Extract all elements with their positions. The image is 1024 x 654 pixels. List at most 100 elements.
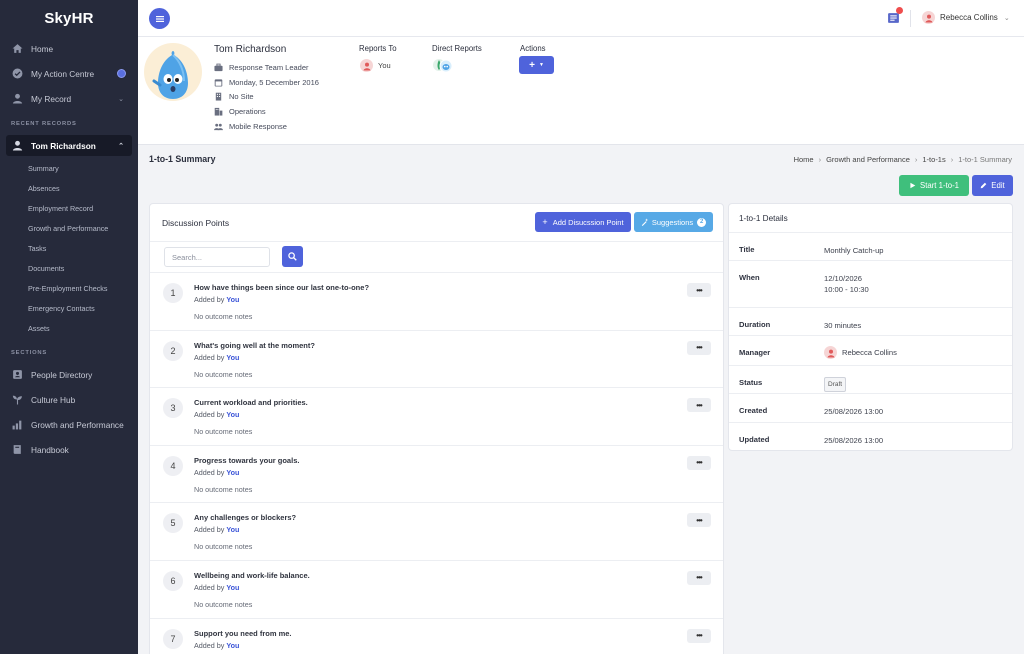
chevron-up-icon: ⌃ [118,142,124,150]
discussion-point-item[interactable]: 3 Current workload and priorities. Added b… [150,388,723,446]
department-icon [214,107,223,116]
detail-row-updated: Updated 25/08/2026 13:00 [729,423,1012,451]
notifications-button[interactable] [887,7,903,24]
home-icon [12,43,23,54]
added-by-user[interactable]: You [226,641,239,650]
book-icon [12,444,23,455]
discussion-search-bar [150,242,723,273]
details-title: 1-to-1 Details [729,204,1012,233]
nav-my-record-label: My Record [31,93,72,104]
record-tasks[interactable]: Tasks [0,238,138,258]
start-1-to-1-button[interactable]: Start 1-to-1 [899,175,969,196]
manager-name: Rebecca Collins [842,348,897,357]
nav-home[interactable]: Home [0,36,138,61]
detail-created-label: Created [739,406,768,415]
profile-avatar [144,43,202,101]
search-input[interactable] [164,247,270,267]
discussion-point-added-by: Added by You [194,641,239,650]
discussion-point-item[interactable]: 5 Any challenges or blockers? Added by You… [150,503,723,561]
discussion-point-added-by: Added by You [194,583,239,592]
nav-culture-hub[interactable]: Culture Hub [0,387,138,412]
detail-when-date: 12/10/2026 [824,274,863,283]
app-logo[interactable]: SkyHR [0,0,138,36]
nav-my-record[interactable]: My Record ⌄ [0,86,138,111]
menu-toggle-button[interactable] [149,8,170,29]
more-options-button[interactable]: ••• [687,455,711,470]
record-assets[interactable]: Assets [0,318,138,338]
record-documents[interactable]: Documents [0,258,138,278]
record-pre-employment-checks[interactable]: Pre-Employment Checks [0,278,138,298]
meta-site-text: No Site [229,92,254,102]
team-icon [214,122,223,131]
discussion-point-added-by: Added by You [194,295,239,304]
nav-growth-performance-label: Growth and Performance [31,419,124,430]
edit-button[interactable]: Edit [972,175,1013,196]
recent-record-tom-richardson[interactable]: Tom Richardson ⌃ [6,135,132,156]
discussion-point-added-by: Added by You [194,410,239,419]
meta-start-date: Monday, 5 December 2016 [214,75,319,90]
more-options-button[interactable]: ••• [687,628,711,643]
added-by-user[interactable]: You [226,525,239,534]
detail-status-value: Draft [824,377,847,392]
nav-people-directory[interactable]: People Directory [0,362,138,387]
more-options-button[interactable]: ••• [687,340,711,355]
added-by-prefix: Added by [194,295,225,304]
details-card: 1-to-1 Details Title Monthly Catch-up Wh… [728,203,1013,451]
chevron-right-icon: › [950,155,954,164]
discussion-point-item[interactable]: 7Support you need from me.Added by YouNo… [150,619,723,654]
breadcrumb-home[interactable]: Home [794,155,814,164]
meta-team-text: Mobile Response [229,122,287,132]
start-1-to-1-label: Start 1-to-1 [920,181,959,190]
record-emergency-contacts[interactable]: Emergency Contacts [0,298,138,318]
breadcrumb-growth-performance[interactable]: Growth and Performance [826,155,910,164]
added-by-user[interactable]: You [226,583,239,592]
add-discussion-point-button[interactable]: + Add Disucssion Point [535,212,631,232]
user-icon [12,140,23,151]
nav-my-action-centre[interactable]: My Action Centre [0,61,138,86]
nav-people-directory-label: People Directory [31,369,93,380]
added-by-user[interactable]: You [226,295,239,304]
added-by-user[interactable]: You [226,410,239,419]
record-employment-record[interactable]: Employment Record [0,198,138,218]
more-options-button[interactable]: ••• [687,513,711,528]
more-options-button[interactable]: ••• [687,570,711,585]
record-summary[interactable]: Summary [0,158,138,178]
added-by-user[interactable]: You [226,353,239,362]
added-by-user[interactable]: You [226,468,239,477]
breadcrumb-1-to-1s[interactable]: 1-to-1s [922,155,945,164]
nav-handbook[interactable]: Handbook [0,437,138,462]
discussion-point-item[interactable]: 6 Wellbeing and work-life balance. Added b… [150,561,723,619]
profile-meta: Response Team Leader Monday, 5 December … [214,60,319,134]
discussion-point-item[interactable]: 2 What's going well at the moment? Added b… [150,331,723,389]
profile-header: Tom Richardson Response Team Leader Mond… [138,37,1024,145]
actions-dropdown-button[interactable]: + ▼ [519,56,554,74]
discussion-points-title: Discussion Points [162,218,230,228]
direct-reports-avatars[interactable] [433,57,455,73]
discussion-point-item[interactable]: 4 Progress towards your goals. Added by Yo… [150,446,723,504]
added-by-prefix: Added by [194,525,225,535]
detail-manager-value[interactable]: Rebecca Collins [824,346,897,359]
added-by-prefix: Added by [194,352,225,362]
nav-growth-performance[interactable]: Growth and Performance [0,412,138,437]
building-icon [214,92,223,102]
added-by-prefix: Added by [194,582,225,592]
more-options-button[interactable]: ••• [687,398,711,413]
user-name: Rebecca Collins [940,13,998,22]
check-circle-icon [12,68,23,79]
chevron-right-icon: › [818,155,822,164]
discussion-point-item[interactable]: 1 How have things been since our last one… [150,273,723,331]
notification-badge [896,7,903,14]
more-options-button[interactable]: ••• [687,283,711,297]
edit-label: Edit [991,181,1005,190]
record-growth-performance[interactable]: Growth and Performance [0,218,138,238]
meta-job-title: Response Team Leader [214,60,319,75]
reports-to-user[interactable]: You [360,59,391,72]
search-button[interactable] [282,246,303,267]
record-absences[interactable]: Absences [0,178,138,198]
suggestions-button[interactable]: Suggestions 2 [634,212,713,232]
detail-row-status: Status Draft [729,366,1012,394]
meta-team: Mobile Response [214,119,319,134]
user-menu[interactable]: Rebecca Collins ⌄ [922,11,1010,24]
search-icon [288,252,297,261]
user-avatar [922,11,935,24]
